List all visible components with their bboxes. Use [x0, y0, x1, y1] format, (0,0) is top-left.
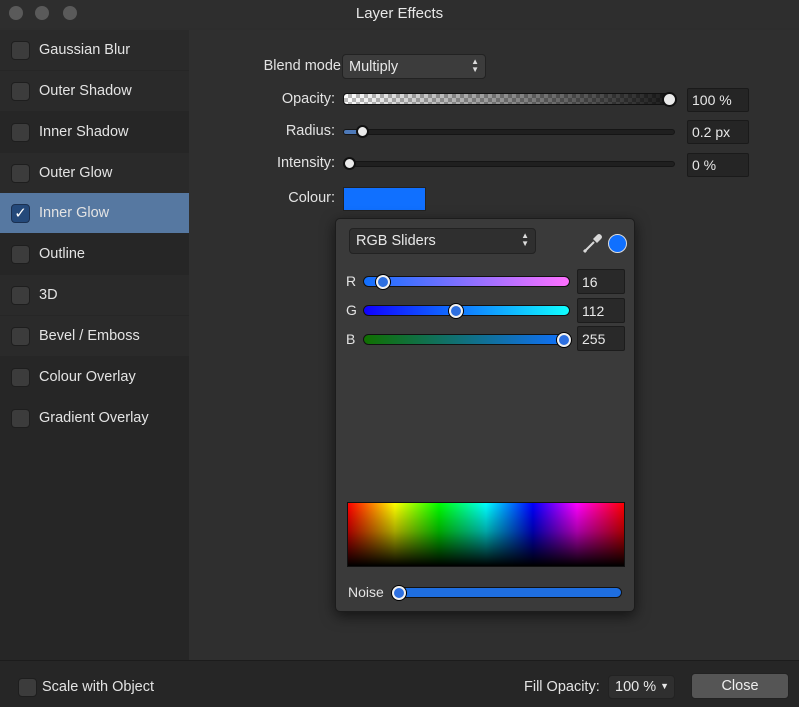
blue-channel-knob[interactable]	[557, 333, 571, 347]
scale-with-object-label: Scale with Object	[42, 679, 155, 695]
sidebar-item-colour-overlay[interactable]: Colour Overlay	[0, 357, 189, 397]
colour-overlay-checkbox[interactable]	[11, 367, 30, 387]
blue-channel-field[interactable]: 255	[577, 326, 625, 351]
green-channel-label: G	[346, 302, 357, 318]
sidebar-item-outline[interactable]: Outline	[0, 234, 189, 274]
opacity-slider[interactable]	[343, 93, 675, 105]
sidebar-item-label: Outline	[39, 246, 85, 262]
intensity-slider-knob[interactable]	[343, 157, 356, 170]
effects-sidebar: Gaussian Blur Outer Shadow Inner Shadow …	[0, 30, 189, 660]
intensity-label: Intensity:	[276, 155, 335, 171]
outline-checkbox[interactable]	[11, 244, 30, 264]
dialog-footer: Scale with Object Fill Opacity: 100 % ▼ …	[0, 660, 799, 707]
blend-mode-select[interactable]: Multiply ▲ ▼	[342, 54, 486, 79]
sidebar-item-label: 3D	[39, 287, 58, 303]
gradient-overlay-checkbox[interactable]	[11, 408, 30, 428]
sidebar-item-label: Gradient Overlay	[39, 410, 149, 426]
scale-with-object-checkbox[interactable]	[18, 678, 37, 697]
colour-mode-value: RGB Sliders	[356, 233, 436, 249]
radius-slider-knob[interactable]	[355, 125, 369, 138]
sidebar-item-gaussian-blur[interactable]: Gaussian Blur	[0, 30, 189, 70]
red-channel-label: R	[346, 273, 357, 289]
radius-label: Radius:	[285, 123, 335, 139]
fill-opacity-select[interactable]: 100 % ▼	[608, 675, 675, 699]
radius-field[interactable]: 0.2 px	[687, 120, 749, 144]
intensity-field[interactable]: 0 %	[687, 153, 749, 177]
blend-mode-value: Multiply	[349, 58, 399, 75]
close-button[interactable]: Close	[691, 673, 789, 699]
noise-slider-knob[interactable]	[392, 586, 406, 600]
title-bar: Layer Effects	[0, 0, 799, 28]
sidebar-item-inner-shadow[interactable]: Inner Shadow	[0, 112, 189, 152]
blue-channel-label: B	[346, 331, 356, 347]
radius-slider[interactable]	[343, 129, 675, 135]
noise-label: Noise	[348, 584, 384, 600]
opacity-slider-fill	[344, 94, 674, 104]
fill-opacity-label: Fill Opacity:	[524, 679, 600, 695]
chevron-down-icon: ▼	[660, 681, 669, 691]
select-arrows-icon: ▲ ▼	[521, 231, 529, 248]
colour-spectrum[interactable]	[347, 502, 625, 567]
colour-picker-popover: RGB Sliders ▲ ▼ R 16 G 112 B 255 Noise	[335, 218, 635, 612]
bevel-emboss-checkbox[interactable]	[11, 326, 30, 346]
inner-shadow-checkbox[interactable]	[11, 122, 30, 142]
colour-mode-select[interactable]: RGB Sliders ▲ ▼	[349, 228, 536, 254]
opacity-field[interactable]: 100 %	[687, 88, 749, 112]
sidebar-item-3d[interactable]: 3D	[0, 275, 189, 315]
eyedropper-icon[interactable]	[582, 232, 604, 254]
red-channel-field[interactable]: 16	[577, 269, 625, 294]
sidebar-item-outer-shadow[interactable]: Outer Shadow	[0, 71, 189, 111]
sidebar-item-gradient-overlay[interactable]: Gradient Overlay	[0, 398, 189, 438]
colour-swatch-icon[interactable]	[608, 234, 627, 253]
sidebar-item-label: Colour Overlay	[39, 369, 136, 385]
outer-glow-checkbox[interactable]	[11, 163, 30, 183]
red-channel-slider[interactable]	[363, 276, 570, 287]
sidebar-item-label: Outer Shadow	[39, 83, 132, 99]
gaussian-blur-checkbox[interactable]	[11, 40, 30, 60]
blue-channel-slider[interactable]	[363, 334, 570, 345]
inner-glow-checkbox[interactable]: ✓	[11, 203, 30, 223]
sidebar-item-label: Inner Glow	[39, 205, 110, 221]
colour-well[interactable]	[343, 187, 426, 211]
sidebar-item-inner-glow[interactable]: ✓ Inner Glow	[0, 193, 189, 233]
sidebar-item-label: Gaussian Blur	[39, 42, 131, 58]
3d-checkbox[interactable]	[11, 285, 30, 305]
sidebar-item-bevel-emboss[interactable]: Bevel / Emboss	[0, 316, 189, 356]
opacity-label: Opacity:	[281, 91, 335, 107]
green-channel-field[interactable]: 112	[577, 298, 625, 323]
fill-opacity-value: 100 %	[615, 679, 657, 695]
green-channel-slider[interactable]	[363, 305, 570, 316]
opacity-slider-knob[interactable]	[662, 92, 677, 107]
sidebar-item-label: Bevel / Emboss	[39, 328, 140, 344]
window-title: Layer Effects	[355, 5, 444, 22]
sidebar-item-label: Inner Shadow	[39, 124, 129, 140]
noise-slider[interactable]	[396, 587, 622, 598]
colour-label: Colour:	[288, 190, 335, 206]
green-channel-knob[interactable]	[448, 304, 463, 318]
sidebar-item-outer-glow[interactable]: Outer Glow	[0, 153, 189, 193]
blend-mode-label: Blend mode:	[263, 58, 345, 74]
intensity-slider[interactable]	[343, 161, 675, 167]
select-arrows-icon: ▲ ▼	[471, 57, 479, 74]
outer-shadow-checkbox[interactable]	[11, 81, 30, 101]
sidebar-item-label: Outer Glow	[39, 165, 113, 181]
